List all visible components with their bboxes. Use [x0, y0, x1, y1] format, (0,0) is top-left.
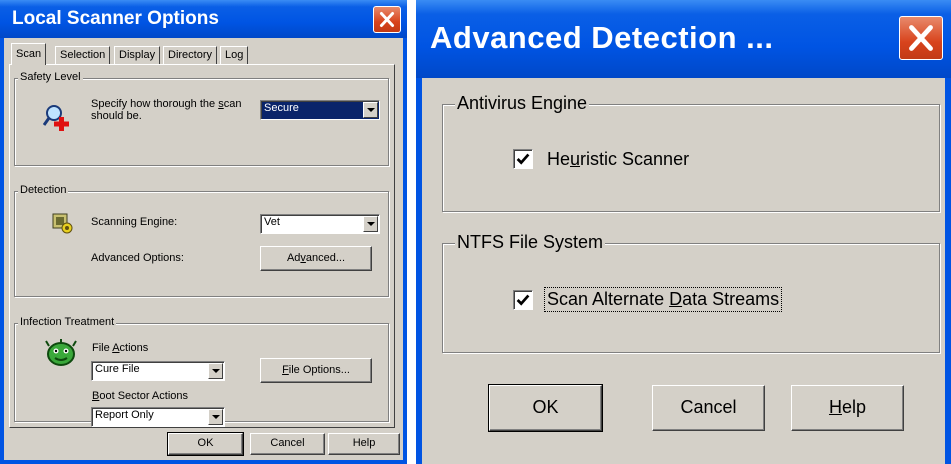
title-bar[interactable]: Local Scanner Options [0, 0, 407, 38]
ntfs-file-system-group: NTFS File System Scan Alternate Data Str… [442, 232, 940, 353]
cancel-button[interactable]: Cancel [250, 433, 325, 455]
ok-button[interactable]: OK [488, 384, 603, 432]
scanning-engine-select[interactable]: Vet [260, 214, 380, 234]
safety-level-select[interactable]: Secure [260, 100, 380, 120]
advanced-detection-window: Advanced Detection ... Antivirus Engine … [416, 0, 951, 464]
close-icon[interactable] [373, 6, 401, 33]
file-actions-select[interactable]: Cure File [91, 361, 225, 381]
chevron-down-icon[interactable] [363, 216, 378, 232]
scan-tab-panel: Safety Level Specify how thorough the sc… [9, 64, 395, 428]
help-button[interactable]: Help [791, 385, 904, 431]
engine-icon [51, 212, 73, 234]
boot-sector-actions-label: Boot Sector Actions [92, 390, 189, 402]
file-actions-label: File Actions [92, 342, 149, 354]
group-legend: Antivirus Engine [455, 93, 590, 114]
tab-display[interactable]: Display [114, 46, 161, 64]
dialog-client-area: Scan Selection Display Directory Log Saf… [4, 38, 403, 460]
boot-sector-actions-select[interactable]: Report Only [91, 407, 225, 427]
advanced-button[interactable]: Advanced... [260, 246, 372, 271]
window-title: Advanced Detection ... [430, 20, 774, 55]
detection-group: Detection Scanning Engine: Vet Advanced … [14, 184, 389, 297]
close-icon[interactable] [899, 16, 943, 60]
help-button[interactable]: Help [328, 433, 400, 455]
tab-log[interactable]: Log [220, 46, 249, 64]
heuristic-scanner-checkbox[interactable] [513, 149, 533, 169]
cancel-button[interactable]: Cancel [652, 385, 765, 431]
group-legend: Detection [18, 184, 69, 196]
scan-alternate-data-streams-checkbox[interactable] [513, 290, 533, 310]
chevron-down-icon[interactable] [208, 409, 223, 425]
tab-directory[interactable]: Directory [163, 46, 218, 64]
file-options-button[interactable]: File Options... [260, 358, 372, 383]
infection-treatment-group: Infection Treatment File Actions Cure Fi… [14, 316, 389, 427]
tab-selection[interactable]: Selection [55, 46, 111, 64]
chevron-down-icon[interactable] [363, 102, 378, 118]
safety-level-group: Safety Level Specify how thorough the sc… [14, 71, 389, 166]
title-bar[interactable]: Advanced Detection ... [416, 0, 951, 78]
tab-scan[interactable]: Scan [11, 43, 47, 65]
group-legend: NTFS File System [455, 232, 606, 253]
virus-treatment-icon [45, 338, 77, 368]
scan-alternate-data-streams-label: Scan Alternate Data Streams [543, 287, 783, 312]
antivirus-engine-group: Antivirus Engine Heuristic Scanner [442, 93, 940, 212]
group-legend: Infection Treatment [18, 316, 117, 328]
advanced-options-label: Advanced Options: [91, 252, 184, 264]
ok-button[interactable]: OK [167, 432, 244, 456]
scanning-engine-label: Scanning Engine: [91, 216, 178, 228]
dialog-client-area: Antivirus Engine Heuristic Scanner NTFS … [422, 78, 945, 464]
safety-description: Specify how thorough the scan should be. [91, 98, 242, 122]
window-title: Local Scanner Options [12, 8, 219, 29]
local-scanner-options-window: Local Scanner Options Scan Selection Dis… [0, 0, 407, 464]
search-scan-icon [42, 102, 73, 132]
group-legend: Safety Level [18, 71, 83, 83]
heuristic-scanner-label: Heuristic Scanner [547, 149, 690, 169]
chevron-down-icon[interactable] [208, 363, 223, 379]
